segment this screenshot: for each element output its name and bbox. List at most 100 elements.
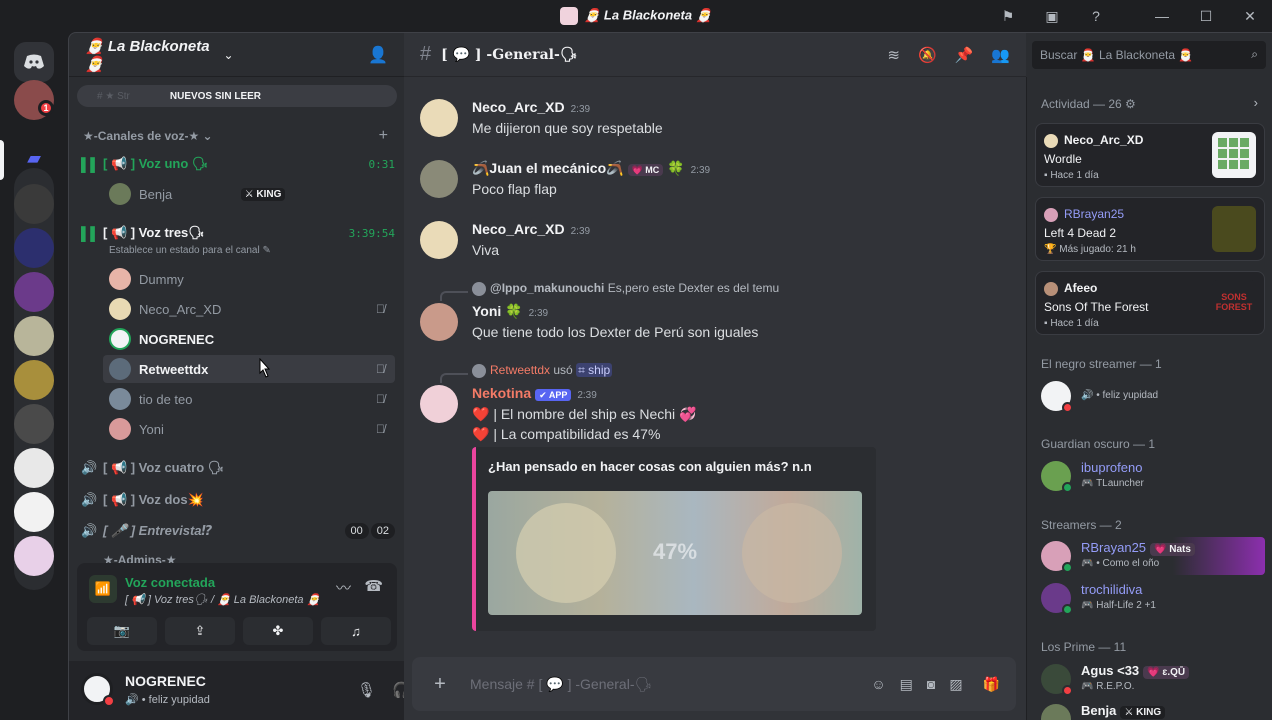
voice-channel-uno[interactable]: ▌▌ [ 📢 ] Voz uno 🗣 0:31 bbox=[81, 151, 395, 177]
avatar[interactable] bbox=[420, 303, 458, 341]
emoji-icon[interactable]: ☺ bbox=[871, 676, 885, 692]
activity-card[interactable]: Afeeo Sons Of The Forest ▪ Hace 1 día SO… bbox=[1035, 271, 1265, 335]
server-icon-pink[interactable] bbox=[14, 536, 54, 576]
notification-bell-icon[interactable]: 🔕 bbox=[918, 46, 937, 64]
speaker-icon: 🔊 bbox=[81, 523, 98, 538]
member-row[interactable]: RBrayan25 💗 Nats 🎮 • Como el oño bbox=[1035, 537, 1265, 575]
reply-preview[interactable]: @Ippo_makunouchi Es,pero este Dexter es … bbox=[472, 281, 779, 296]
noise-suppression-icon[interactable]: 〰 bbox=[336, 577, 351, 598]
embed-image[interactable]: 47% bbox=[488, 491, 862, 615]
member-row[interactable]: ibuprofeno 🎮 TLauncher bbox=[1035, 457, 1265, 495]
signal-icon[interactable]: 📶 bbox=[89, 575, 117, 603]
microphone-icon[interactable]: 🎙 bbox=[357, 681, 376, 699]
gif-icon[interactable]: ▤ bbox=[900, 676, 913, 693]
direct-messages-icon[interactable] bbox=[14, 42, 54, 82]
mic-muted-icon: 🎙̸ bbox=[376, 362, 385, 376]
member-row[interactable]: 🔊 • feliz yupidad bbox=[1035, 377, 1265, 415]
channel-name: [ 💬 ] -General-🗣 bbox=[441, 46, 578, 63]
avatar[interactable] bbox=[420, 99, 458, 137]
user-status: 🔊 • feliz yupidad bbox=[125, 694, 210, 706]
voice-category-header[interactable]: ★-Canales de voz-★ ⌄ bbox=[83, 129, 213, 143]
avatar bbox=[109, 418, 131, 440]
member-panel: Buscar 🎅 La Blackoneta 🎅 ⌕ Actividad — 2… bbox=[1026, 32, 1272, 720]
minimize-icon[interactable]: — bbox=[1140, 8, 1184, 24]
maximize-icon[interactable]: ☐ bbox=[1184, 8, 1228, 25]
voice-channel-tres[interactable]: ▌▌ [ 📢 ] Voz tres🗣 3:39:54 bbox=[81, 220, 395, 246]
voice-channel-dos[interactable]: 🔊 [ 📢 ] Voz dos💥 bbox=[81, 487, 395, 513]
server-icon-money[interactable] bbox=[14, 316, 54, 356]
voice-user[interactable]: Retweettdx 🎙̸ bbox=[103, 355, 395, 383]
unread-banner[interactable]: # ★ Str NUEVOS SIN LEER bbox=[77, 85, 397, 107]
activities-button[interactable]: ✤ bbox=[243, 617, 313, 645]
screen-share-button[interactable]: ⇪ bbox=[165, 617, 235, 645]
voice-wave-icon: ▌▌ bbox=[81, 156, 100, 172]
chat-area: # [ 💬 ] -General-🗣 ≋ 🔕 📌 👥 Neco_Arc_XD 2:… bbox=[404, 32, 1026, 720]
headphones-icon[interactable]: 🎧 bbox=[392, 681, 404, 699]
voice-user[interactable]: Yoni 🎙̸ bbox=[103, 415, 395, 443]
chevron-down-icon[interactable]: ⌄ bbox=[224, 48, 234, 62]
server-icon-purple[interactable] bbox=[14, 272, 54, 312]
add-channel-icon[interactable]: + bbox=[379, 127, 388, 145]
avatar[interactable] bbox=[420, 221, 458, 259]
chevron-right-icon[interactable]: › bbox=[1254, 95, 1258, 110]
voice-user[interactable]: tio de teo 🎙̸ bbox=[103, 385, 395, 413]
server-icon-sketch[interactable] bbox=[14, 448, 54, 488]
inbox-icon[interactable]: ⚑ bbox=[986, 8, 1030, 25]
avatar[interactable] bbox=[420, 385, 458, 423]
message-composer[interactable]: + Mensaje # [ 💬 ] -General-🗣 ☺ ▤ ◙ ▨ 🎁 bbox=[412, 657, 1016, 711]
invite-icon[interactable]: 👤 bbox=[368, 45, 388, 65]
voice-connected-subtitle[interactable]: [ 📢 ] Voz tres🗣 / 🎅 La Blackoneta 🎅 bbox=[125, 593, 320, 606]
sticker-icon[interactable]: ◙ bbox=[927, 676, 935, 692]
add-attachment-icon[interactable]: + bbox=[428, 672, 452, 696]
avatar bbox=[109, 328, 131, 350]
bot-embed: ¿Han pensado en hacer cosas con alguien … bbox=[472, 447, 876, 631]
voice-channel-cuatro[interactable]: 🔊 [ 📢 ] Voz cuatro 🗣 bbox=[81, 455, 395, 481]
folder-icon[interactable]: ▰ bbox=[14, 138, 54, 178]
status-dot bbox=[103, 695, 115, 707]
activity-card[interactable]: RBrayan25 Left 4 Dead 2 🏆 Más jugado: 21… bbox=[1035, 197, 1265, 261]
member-list-icon[interactable]: 👥 bbox=[991, 46, 1010, 64]
channel-status[interactable]: Establece un estado para el canal ✎ bbox=[109, 245, 271, 256]
voice-user[interactable]: Benja ⚔ KING bbox=[103, 180, 395, 208]
member-row[interactable]: trochilidiva 🎮 Half-Life 2 +1 bbox=[1035, 579, 1265, 617]
user-name[interactable]: NOGRENEC bbox=[125, 673, 206, 689]
search-input[interactable]: Buscar 🎅 La Blackoneta 🎅 ⌕ bbox=[1032, 41, 1266, 69]
voice-user[interactable]: NOGRENEC bbox=[103, 325, 395, 353]
server-icon-characters[interactable] bbox=[14, 360, 54, 400]
server-icon-skull[interactable] bbox=[14, 184, 54, 224]
server-icon-blue[interactable] bbox=[14, 228, 54, 268]
pin-icon[interactable]: 📌 bbox=[955, 46, 974, 64]
server-icon-rock[interactable] bbox=[14, 492, 54, 532]
wordle-icon bbox=[1212, 132, 1256, 178]
avatar[interactable] bbox=[420, 160, 458, 198]
activity-header: Actividad — 26 ⚙ bbox=[1041, 97, 1136, 111]
member-row[interactable]: Agus <33 💗 ɛ.QŪ 🎮 R.E.P.O. bbox=[1035, 660, 1265, 698]
activity-card[interactable]: Neco_Arc_XD Wordle ▪ Hace 1 día bbox=[1035, 123, 1265, 187]
help-icon[interactable]: ? bbox=[1074, 8, 1118, 24]
close-icon[interactable]: ✕ bbox=[1228, 8, 1272, 25]
mic-muted-icon: 🎙̸ bbox=[376, 392, 385, 406]
disconnect-icon[interactable]: ☎ bbox=[364, 577, 383, 595]
message-input[interactable]: Mensaje # [ 💬 ] -General-🗣 bbox=[470, 676, 857, 693]
image-icon[interactable]: ▨ bbox=[949, 676, 962, 693]
voice-user[interactable]: Neco_Arc_XD 🎙̸ bbox=[103, 295, 395, 323]
screen-icon[interactable]: ▣ bbox=[1030, 8, 1074, 25]
gift-icon[interactable]: 🎁 bbox=[983, 676, 1000, 693]
soundboard-button[interactable]: ♫ bbox=[321, 617, 391, 645]
user-panel: NOGRENEC 🔊 • feliz yupidad 🎙 🎧 ⚙ bbox=[69, 661, 404, 720]
server-header[interactable]: 🎅 La Blackoneta 🎅 ⌄ 👤 bbox=[69, 33, 404, 77]
channel-sidebar: 🎅 La Blackoneta 🎅 ⌄ 👤 # ★ Str NUEVOS SIN… bbox=[68, 32, 404, 720]
embed-title: ¿Han pensado en hacer cosas con alguien … bbox=[488, 459, 812, 474]
member-row[interactable]: Benja ⚔ KING bbox=[1035, 700, 1265, 720]
camera-button[interactable]: 📷 bbox=[87, 617, 157, 645]
member-group-header: Guardian oscuro — 1 bbox=[1041, 437, 1156, 451]
voice-user[interactable]: Dummy bbox=[103, 265, 395, 293]
voice-connected-title[interactable]: Voz conectada bbox=[125, 575, 215, 590]
server-icon-mask[interactable] bbox=[14, 404, 54, 444]
avatar bbox=[1044, 134, 1058, 148]
threads-icon[interactable]: ≋ bbox=[887, 46, 900, 64]
voice-connected-panel: 📶 Voz conectada [ 📢 ] Voz tres🗣 / 🎅 La B… bbox=[77, 563, 397, 651]
command-preview[interactable]: Retweettdx usó ⌗ ship bbox=[472, 363, 613, 378]
voice-channel-entrevista[interactable]: 🔊 [ 🎤 ] Entrevista⁉ 00 02 bbox=[81, 518, 395, 544]
avatar bbox=[109, 183, 131, 205]
